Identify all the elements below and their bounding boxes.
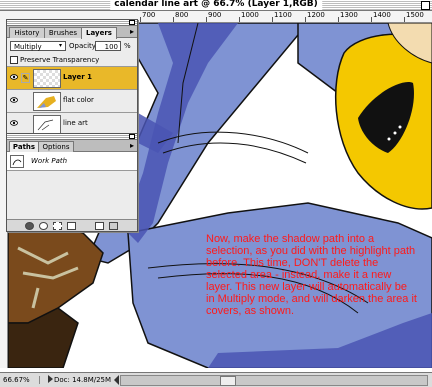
ruler-tick-label: 800 bbox=[175, 11, 189, 19]
ruler-tick-label: 1500 bbox=[406, 11, 424, 19]
preserve-transparency-label: Preserve Transparency bbox=[20, 56, 100, 64]
ruler-tick-label: 900 bbox=[208, 11, 222, 19]
ruler-tick-label: 1300 bbox=[340, 11, 358, 19]
ruler-tick bbox=[338, 17, 339, 22]
paths-tab-row: Paths Options ▸ bbox=[7, 140, 137, 153]
load-selection-icon[interactable] bbox=[53, 222, 62, 230]
brush-icon: ✎ bbox=[21, 73, 30, 83]
panel-menu-arrow-icon[interactable]: ▸ bbox=[130, 141, 134, 150]
opacity-field[interactable]: 100 bbox=[95, 41, 121, 51]
ruler-tick bbox=[239, 17, 240, 22]
eye-icon[interactable] bbox=[10, 74, 18, 80]
layer-row-layer-1[interactable]: ✎ Layer 1 bbox=[7, 67, 137, 90]
layer-name: Layer 1 bbox=[63, 73, 93, 81]
tab-history[interactable]: History bbox=[9, 27, 45, 38]
layer-thumbnail bbox=[33, 69, 61, 88]
ruler-tick-label: 1200 bbox=[307, 11, 325, 19]
close-icon[interactable] bbox=[129, 134, 135, 139]
ruler-tick bbox=[272, 17, 273, 22]
path-row-work-path[interactable]: Work Path bbox=[7, 152, 137, 171]
ruler-tick-label: 1000 bbox=[241, 11, 259, 19]
ruler-tick bbox=[206, 17, 207, 22]
ruler-tick bbox=[140, 17, 141, 22]
layer-thumbnail bbox=[33, 92, 61, 111]
ruler-tick bbox=[305, 17, 306, 22]
zoom-box-button[interactable] bbox=[421, 1, 430, 10]
horizontal-scrollbar[interactable] bbox=[120, 375, 428, 386]
chevron-down-icon: ▾ bbox=[59, 42, 63, 49]
preserve-transparency-checkbox[interactable] bbox=[10, 56, 18, 64]
ruler-tick-label: 1400 bbox=[373, 11, 391, 19]
ruler-tick-label: 700 bbox=[142, 11, 156, 19]
blend-mode-select[interactable]: Multiply bbox=[10, 41, 66, 51]
layer-row-flat-color[interactable]: flat color bbox=[7, 90, 137, 113]
path-thumbnail bbox=[10, 155, 24, 168]
layers-tab-row: History Brushes Layers ▸ bbox=[7, 26, 137, 39]
scroll-left-arrow-icon[interactable] bbox=[114, 375, 119, 385]
ruler-tick bbox=[404, 17, 405, 22]
ruler-tick bbox=[371, 17, 372, 22]
eye-icon[interactable] bbox=[10, 97, 18, 103]
opacity-label: Opacity: bbox=[69, 42, 98, 50]
path-name: Work Path bbox=[31, 157, 68, 165]
layer-thumbnail-art bbox=[37, 96, 56, 108]
ruler-tick bbox=[173, 17, 174, 22]
status-menu-arrow-icon[interactable] bbox=[48, 375, 53, 383]
zoom-level[interactable]: 66.67% bbox=[3, 376, 40, 384]
scroll-thumb[interactable] bbox=[220, 376, 236, 386]
ruler-tick-label: 1100 bbox=[274, 11, 292, 19]
layer-thumbnail bbox=[33, 115, 61, 134]
preserve-row: Preserve Transparency bbox=[7, 54, 137, 67]
status-bar: 66.67% Doc: 14.8M/25M bbox=[0, 372, 432, 387]
path-thumbnail-art bbox=[12, 159, 22, 166]
eye-icon[interactable] bbox=[10, 120, 18, 126]
make-work-path-icon[interactable] bbox=[67, 222, 76, 230]
trash-icon[interactable] bbox=[109, 222, 118, 230]
close-icon[interactable] bbox=[129, 20, 135, 25]
doc-size: Doc: 14.8M/25M bbox=[54, 376, 112, 384]
new-path-icon[interactable] bbox=[95, 222, 104, 230]
stroke-path-icon[interactable] bbox=[39, 222, 48, 230]
paths-panel: Paths Options ▸ Work Path bbox=[6, 133, 138, 232]
annotation-text: Now, make the shadow path into a selecti… bbox=[206, 233, 417, 317]
title-bar[interactable]: calendar line art @ 66.7% (Layer 1,RGB) bbox=[0, 0, 432, 11]
fill-path-icon[interactable] bbox=[25, 222, 34, 230]
layer-name: flat color bbox=[63, 96, 94, 104]
panel-menu-arrow-icon[interactable]: ▸ bbox=[130, 27, 134, 36]
boot bbox=[8, 222, 104, 324]
layer-name: line art bbox=[63, 119, 88, 127]
paths-panel-footer bbox=[7, 219, 137, 231]
tab-brushes[interactable]: Brushes bbox=[44, 27, 82, 38]
blend-row: Multiply ▾ Opacity: 100 % bbox=[7, 38, 137, 54]
layers-list: ✎ Layer 1 flat color line art bbox=[7, 67, 137, 137]
tab-options[interactable]: Options bbox=[38, 141, 74, 152]
window-title: calendar line art @ 66.7% (Layer 1,RGB) bbox=[110, 0, 322, 10]
layer-thumbnail-art bbox=[37, 119, 54, 131]
opacity-unit: % bbox=[124, 42, 131, 50]
